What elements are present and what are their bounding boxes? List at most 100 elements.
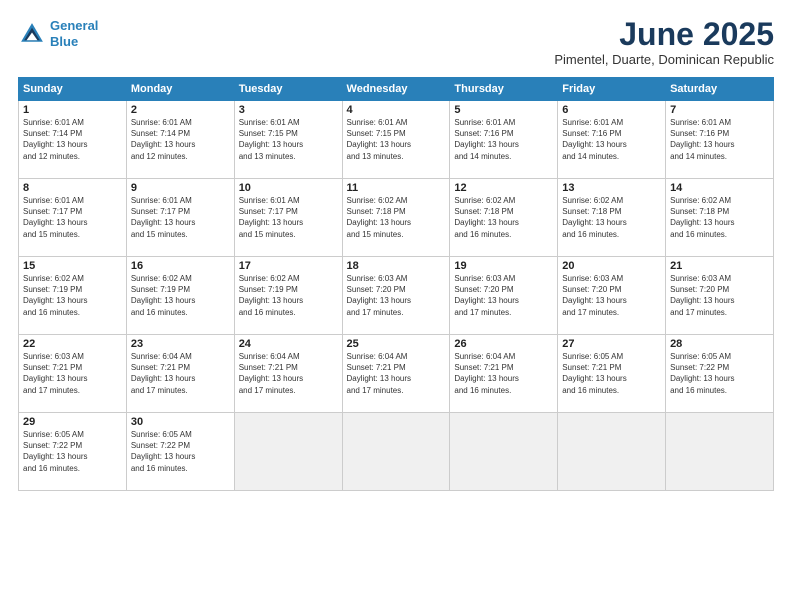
day-number: 30 xyxy=(131,416,230,428)
day-number: 23 xyxy=(131,338,230,350)
day-cell xyxy=(450,413,558,491)
day-info: Sunrise: 6:02 AM Sunset: 7:18 PM Dayligh… xyxy=(347,195,446,240)
day-info: Sunrise: 6:04 AM Sunset: 7:21 PM Dayligh… xyxy=(131,351,230,396)
week-row-1: 1Sunrise: 6:01 AM Sunset: 7:14 PM Daylig… xyxy=(19,101,774,179)
day-cell: 8Sunrise: 6:01 AM Sunset: 7:17 PM Daylig… xyxy=(19,179,127,257)
day-info: Sunrise: 6:02 AM Sunset: 7:18 PM Dayligh… xyxy=(670,195,769,240)
day-cell: 7Sunrise: 6:01 AM Sunset: 7:16 PM Daylig… xyxy=(666,101,774,179)
day-cell: 17Sunrise: 6:02 AM Sunset: 7:19 PM Dayli… xyxy=(234,257,342,335)
calendar-table: SundayMondayTuesdayWednesdayThursdayFrid… xyxy=(18,77,774,491)
logo: General Blue xyxy=(18,18,98,49)
day-number: 4 xyxy=(347,104,446,116)
day-header-tuesday: Tuesday xyxy=(234,78,342,101)
day-info: Sunrise: 6:01 AM Sunset: 7:16 PM Dayligh… xyxy=(454,117,553,162)
day-cell: 20Sunrise: 6:03 AM Sunset: 7:20 PM Dayli… xyxy=(558,257,666,335)
day-info: Sunrise: 6:02 AM Sunset: 7:19 PM Dayligh… xyxy=(239,273,338,318)
day-info: Sunrise: 6:05 AM Sunset: 7:22 PM Dayligh… xyxy=(670,351,769,396)
day-cell: 11Sunrise: 6:02 AM Sunset: 7:18 PM Dayli… xyxy=(342,179,450,257)
day-number: 26 xyxy=(454,338,553,350)
day-cell xyxy=(558,413,666,491)
day-number: 10 xyxy=(239,182,338,194)
day-info: Sunrise: 6:01 AM Sunset: 7:16 PM Dayligh… xyxy=(562,117,661,162)
day-cell: 15Sunrise: 6:02 AM Sunset: 7:19 PM Dayli… xyxy=(19,257,127,335)
day-info: Sunrise: 6:04 AM Sunset: 7:21 PM Dayligh… xyxy=(347,351,446,396)
day-cell: 4Sunrise: 6:01 AM Sunset: 7:15 PM Daylig… xyxy=(342,101,450,179)
day-cell: 16Sunrise: 6:02 AM Sunset: 7:19 PM Dayli… xyxy=(126,257,234,335)
day-number: 9 xyxy=(131,182,230,194)
day-number: 5 xyxy=(454,104,553,116)
day-cell: 24Sunrise: 6:04 AM Sunset: 7:21 PM Dayli… xyxy=(234,335,342,413)
day-number: 11 xyxy=(347,182,446,194)
calendar-header-row: SundayMondayTuesdayWednesdayThursdayFrid… xyxy=(19,78,774,101)
header: General Blue June 2025 Pimentel, Duarte,… xyxy=(18,18,774,67)
week-row-2: 8 Sunrise: 6:01 AM Sunset: 7:17 PM Daylig… xyxy=(19,179,774,257)
day-number: 13 xyxy=(562,182,661,194)
day-info: Sunrise: 6:02 AM Sunset: 7:19 PM Dayligh… xyxy=(23,273,122,318)
day-number: 28 xyxy=(670,338,769,350)
day-cell: 21Sunrise: 6:03 AM Sunset: 7:20 PM Dayli… xyxy=(666,257,774,335)
week-row-5: 29Sunrise: 6:05 AM Sunset: 7:22 PM Dayli… xyxy=(19,413,774,491)
day-cell: 28Sunrise: 6:05 AM Sunset: 7:22 PM Dayli… xyxy=(666,335,774,413)
day-cell xyxy=(234,413,342,491)
subtitle: Pimentel, Duarte, Dominican Republic xyxy=(554,52,774,67)
day-number: 17 xyxy=(239,260,338,272)
week-row-3: 15Sunrise: 6:02 AM Sunset: 7:19 PM Dayli… xyxy=(19,257,774,335)
day-header-monday: Monday xyxy=(126,78,234,101)
week-row-4: 22Sunrise: 6:03 AM Sunset: 7:21 PM Dayli… xyxy=(19,335,774,413)
day-info: Sunrise: 6:03 AM Sunset: 7:21 PM Dayligh… xyxy=(23,351,122,396)
day-number: 12 xyxy=(454,182,553,194)
day-header-sunday: Sunday xyxy=(19,78,127,101)
day-number: 15 xyxy=(23,260,122,272)
day-cell: 10Sunrise: 6:01 AM Sunset: 7:17 PM Dayli… xyxy=(234,179,342,257)
day-cell: 25Sunrise: 6:04 AM Sunset: 7:21 PM Dayli… xyxy=(342,335,450,413)
day-number: 29 xyxy=(23,416,122,428)
day-number: 22 xyxy=(23,338,122,350)
day-info: Sunrise: 6:04 AM Sunset: 7:21 PM Dayligh… xyxy=(454,351,553,396)
day-header-friday: Friday xyxy=(558,78,666,101)
day-info: Sunrise: 6:01 AM Sunset: 7:15 PM Dayligh… xyxy=(239,117,338,162)
day-cell xyxy=(666,413,774,491)
day-cell: 22Sunrise: 6:03 AM Sunset: 7:21 PM Dayli… xyxy=(19,335,127,413)
day-cell: 27Sunrise: 6:05 AM Sunset: 7:21 PM Dayli… xyxy=(558,335,666,413)
day-info: Sunrise: 6:02 AM Sunset: 7:18 PM Dayligh… xyxy=(562,195,661,240)
day-number: 1 xyxy=(23,104,122,116)
day-info: Sunrise: 6:02 AM Sunset: 7:18 PM Dayligh… xyxy=(454,195,553,240)
day-header-thursday: Thursday xyxy=(450,78,558,101)
day-cell: 13Sunrise: 6:02 AM Sunset: 7:18 PM Dayli… xyxy=(558,179,666,257)
day-number: 14 xyxy=(670,182,769,194)
day-info: Sunrise: 6:03 AM Sunset: 7:20 PM Dayligh… xyxy=(347,273,446,318)
day-cell: 18Sunrise: 6:03 AM Sunset: 7:20 PM Dayli… xyxy=(342,257,450,335)
day-cell: 29Sunrise: 6:05 AM Sunset: 7:22 PM Dayli… xyxy=(19,413,127,491)
day-info: Sunrise: 6:05 AM Sunset: 7:22 PM Dayligh… xyxy=(23,429,122,474)
day-info: Sunrise: 6:02 AM Sunset: 7:19 PM Dayligh… xyxy=(131,273,230,318)
day-number: 6 xyxy=(562,104,661,116)
day-cell: 26Sunrise: 6:04 AM Sunset: 7:21 PM Dayli… xyxy=(450,335,558,413)
day-number: 19 xyxy=(454,260,553,272)
month-title: June 2025 xyxy=(554,18,774,50)
logo-icon xyxy=(18,20,46,48)
day-info: Sunrise: 6:04 AM Sunset: 7:21 PM Dayligh… xyxy=(239,351,338,396)
day-number: 7 xyxy=(670,104,769,116)
day-number: 8 xyxy=(23,182,122,194)
title-block: June 2025 Pimentel, Duarte, Dominican Re… xyxy=(554,18,774,67)
day-cell: 2Sunrise: 6:01 AM Sunset: 7:14 PM Daylig… xyxy=(126,101,234,179)
logo-line1: General xyxy=(50,18,98,33)
day-number: 2 xyxy=(131,104,230,116)
day-info: Sunrise: 6:01 AM Sunset: 7:15 PM Dayligh… xyxy=(347,117,446,162)
logo-text: General Blue xyxy=(50,18,98,49)
day-info: Sunrise: 6:05 AM Sunset: 7:22 PM Dayligh… xyxy=(131,429,230,474)
day-cell: 19Sunrise: 6:03 AM Sunset: 7:20 PM Dayli… xyxy=(450,257,558,335)
day-info: Sunrise: 6:01 AM Sunset: 7:14 PM Dayligh… xyxy=(23,117,122,162)
day-header-saturday: Saturday xyxy=(666,78,774,101)
day-number: 27 xyxy=(562,338,661,350)
day-number: 21 xyxy=(670,260,769,272)
day-cell: 5Sunrise: 6:01 AM Sunset: 7:16 PM Daylig… xyxy=(450,101,558,179)
day-number: 3 xyxy=(239,104,338,116)
day-cell: 9Sunrise: 6:01 AM Sunset: 7:17 PM Daylig… xyxy=(126,179,234,257)
day-info: Sunrise: 6:01 AM Sunset: 7:14 PM Dayligh… xyxy=(131,117,230,162)
day-info: Sunrise: 6:01 AM Sunset: 7:17 PM Dayligh… xyxy=(239,195,338,240)
day-cell: 23Sunrise: 6:04 AM Sunset: 7:21 PM Dayli… xyxy=(126,335,234,413)
day-cell xyxy=(342,413,450,491)
day-cell: 1Sunrise: 6:01 AM Sunset: 7:14 PM Daylig… xyxy=(19,101,127,179)
day-info: Sunrise: 6:03 AM Sunset: 7:20 PM Dayligh… xyxy=(562,273,661,318)
